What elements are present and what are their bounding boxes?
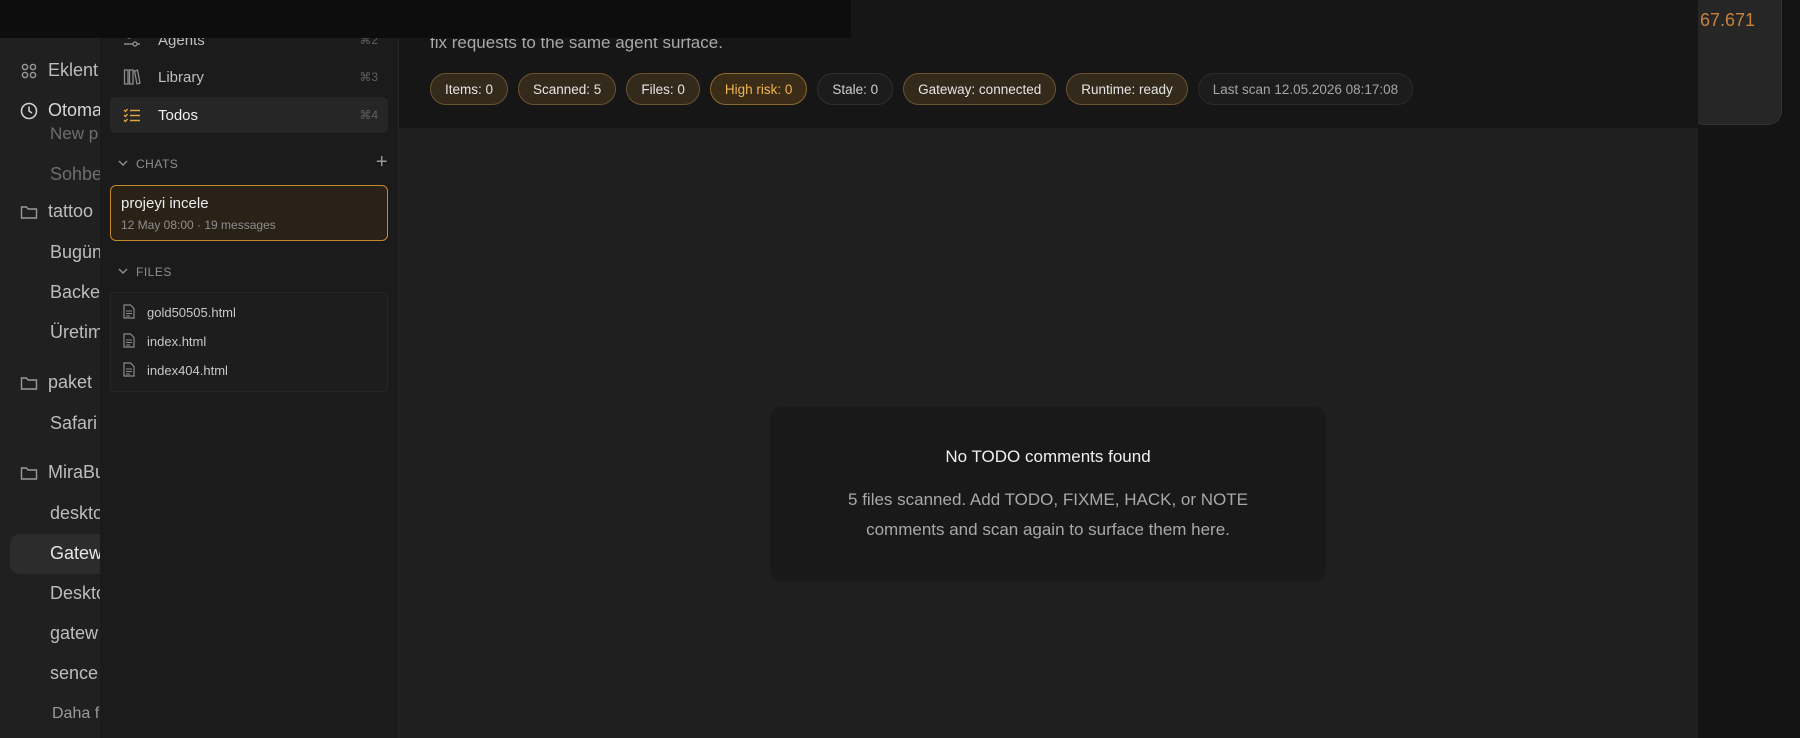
chat-item[interactable]: projeyi incele 12 May 08:00 · 19 message…: [110, 185, 388, 241]
bg-item-new[interactable]: New p: [50, 124, 98, 144]
folder-icon: [20, 203, 38, 221]
shortcut-hint: ⌘3: [359, 70, 378, 84]
bg-item-folder-paket[interactable]: paket: [20, 372, 92, 393]
bg-item-desktop-2[interactable]: Deskto: [50, 583, 106, 604]
bg-item-folder-tattoo[interactable]: tattoo: [20, 201, 93, 222]
background-number: 67.671: [1700, 10, 1756, 30]
bg-item-more[interactable]: Daha f: [52, 705, 99, 723]
folder-icon: [20, 374, 38, 392]
navigation-panel: Agents ⌘2 Library ⌘3 Todos ⌘4 CHATS + pr…: [100, 0, 399, 738]
nav-item-todos[interactable]: Todos ⌘4: [110, 97, 388, 133]
chevron-down-icon: [118, 159, 128, 170]
bg-item-gateway[interactable]: Gatew: [50, 543, 102, 564]
bg-item-backend[interactable]: Backe: [50, 282, 100, 303]
status-pills: Items: 0 Scanned: 5 Files: 0 High risk: …: [430, 73, 1414, 105]
pill-runtime: Runtime: ready: [1066, 73, 1188, 105]
shortcut-hint: ⌘4: [359, 108, 378, 122]
bg-item-safari[interactable]: Safari: [50, 413, 97, 434]
pill-files: Files: 0: [626, 73, 700, 105]
files-list: gold50505.html index.html index404.html: [110, 292, 388, 392]
pill-stale: Stale: 0: [817, 73, 894, 105]
folder-icon: [20, 464, 38, 482]
bg-item-folder-mirabu[interactable]: MiraBu: [20, 462, 105, 483]
empty-state-card: No TODO comments found 5 files scanned. …: [770, 407, 1326, 581]
main-content: No TODO comments found 5 files scanned. …: [398, 128, 1698, 738]
empty-state-text: 5 files scanned. Add TODO, FIXME, HACK, …: [848, 490, 1248, 539]
pill-high-risk: High risk: 0: [709, 73, 808, 105]
bg-item-extensions[interactable]: Eklent: [20, 60, 98, 81]
bg-item-desktop[interactable]: deskto: [50, 503, 103, 524]
pill-items: Items: 0: [430, 73, 509, 105]
top-overlay-bar: [0, 0, 851, 38]
bg-item-automations[interactable]: Otoma: [20, 100, 102, 121]
empty-state-title: No TODO comments found: [945, 447, 1151, 466]
file-item[interactable]: index404.html: [123, 362, 228, 378]
file-icon: [123, 333, 137, 349]
pill-scanned: Scanned: 5: [518, 73, 617, 105]
nav-item-library[interactable]: Library ⌘3: [110, 59, 388, 95]
file-icon: [123, 304, 137, 320]
pill-gateway: Gateway: connected: [903, 73, 1057, 105]
bg-item-gateway-2[interactable]: gatew: [50, 623, 98, 644]
chat-meta: 12 May 08:00 · 19 messages: [121, 218, 276, 232]
clock-icon: [20, 102, 38, 120]
add-chat-button[interactable]: +: [376, 151, 388, 174]
file-item[interactable]: gold50505.html: [123, 304, 236, 320]
bg-item-sence[interactable]: sence: [50, 663, 98, 684]
bg-item-production[interactable]: Üretim: [50, 322, 103, 343]
bg-item-chats[interactable]: Sohbe: [50, 164, 102, 185]
file-icon: [123, 362, 137, 378]
checklist-icon: [122, 105, 142, 125]
chats-section-header[interactable]: CHATS +: [118, 151, 388, 173]
pill-last-scan: Last scan 12.05.2026 08:17:08: [1197, 73, 1414, 105]
chat-title: projeyi incele: [121, 195, 209, 212]
file-item[interactable]: index.html: [123, 333, 206, 349]
library-icon: [122, 67, 142, 87]
chevron-down-icon: [118, 267, 128, 278]
bg-item-today[interactable]: Bugün: [50, 242, 102, 263]
grid-icon: [20, 62, 38, 80]
files-section-header[interactable]: FILES: [118, 265, 388, 279]
